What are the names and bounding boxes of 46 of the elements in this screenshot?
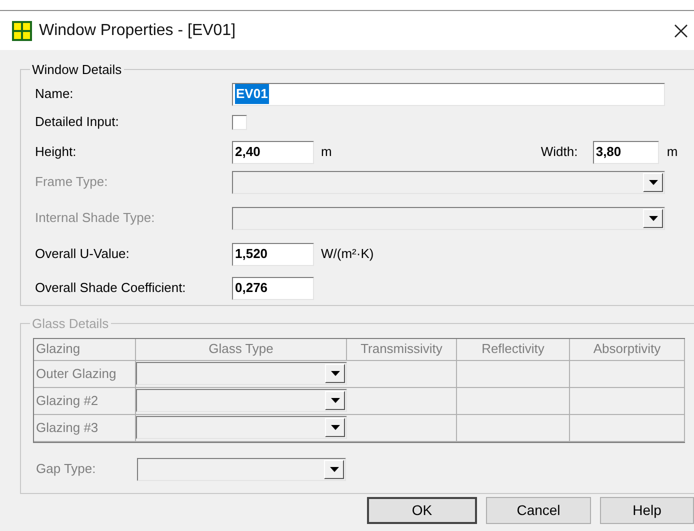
field-label: Detailed Input: [35, 113, 120, 132]
input-field[interactable]: 0,276 [232, 276, 314, 300]
window-icon [12, 20, 32, 40]
field-value: EV01 [235, 84, 269, 104]
field-label: Width: [540, 143, 579, 162]
unit-label: m [321, 143, 332, 162]
input-field[interactable]: 3,80 [592, 140, 659, 164]
dropdown-button[interactable] [325, 418, 345, 437]
input-field[interactable]: EV01 [232, 82, 665, 106]
group-title: Glass Details [31, 315, 110, 333]
group-title: Window Details [31, 61, 123, 79]
caret-icon [648, 180, 658, 184]
caret-icon [330, 371, 340, 376]
checkbox[interactable] [232, 114, 247, 130]
close-icon[interactable] [674, 24, 688, 38]
column-header: Transmissivity [347, 338, 457, 360]
field-label: Height: [35, 143, 78, 162]
dropdown-button[interactable] [325, 391, 345, 410]
column-header: Glass Type [136, 338, 347, 360]
caret-icon [330, 425, 340, 430]
field-label: Name: [35, 85, 74, 104]
field-label: Internal Shade Type: [35, 209, 156, 228]
caret-icon [648, 216, 658, 220]
dialog-button[interactable]: Cancel [486, 497, 591, 524]
dropdown-field[interactable] [137, 458, 346, 480]
unit-label: W/(m²·K) [321, 245, 374, 264]
field-label: Frame Type: [35, 173, 109, 192]
dialog-button[interactable]: OK [367, 497, 477, 524]
dropdown-button[interactable] [324, 460, 344, 478]
dropdown-field[interactable] [136, 362, 347, 385]
dropdown-button[interactable] [325, 364, 345, 383]
caret-icon [330, 398, 340, 403]
dropdown-field[interactable] [136, 389, 347, 412]
unit-label: m [666, 143, 678, 162]
column-header: Glazing [34, 338, 136, 360]
input-field[interactable]: 1,520 [232, 242, 314, 266]
window-title: Window Properties - [EV01] [39, 20, 236, 40]
field-label: Overall Shade Coefficient: [35, 279, 187, 298]
column-header: Absorptivity [570, 338, 685, 360]
dropdown-field[interactable] [136, 416, 347, 439]
column-header: Reflectivity [457, 338, 570, 360]
field-label: Overall U-Value: [35, 245, 130, 264]
field-label: Gap Type: [35, 460, 97, 478]
caret-icon [330, 466, 338, 472]
input-field[interactable]: 2,40 [232, 140, 314, 164]
dialog-button[interactable]: Help [600, 497, 694, 524]
